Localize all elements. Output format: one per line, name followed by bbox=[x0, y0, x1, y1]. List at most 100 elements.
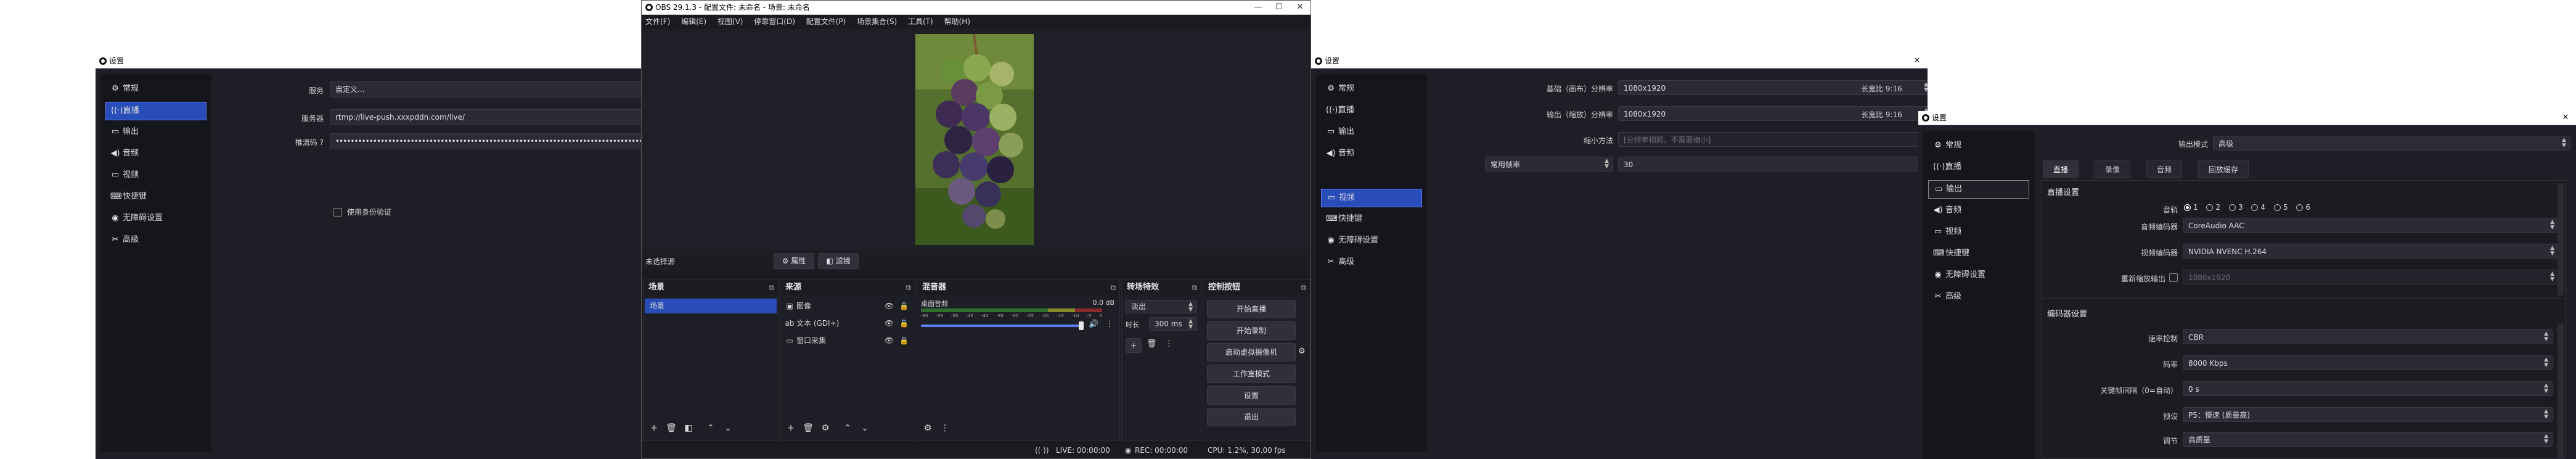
source-item-image[interactable]: ▣ 图像 👁 🔒 bbox=[783, 299, 912, 313]
video-encoder-select[interactable]: NVIDIA NVENC H.264 ▲ ▼ bbox=[2183, 244, 2559, 258]
remove-source-icon[interactable]: 🗑 bbox=[800, 420, 816, 437]
sidebar-item-general[interactable]: ⚙ 常规 bbox=[1928, 137, 2029, 154]
settings-button[interactable]: 设置 bbox=[1207, 386, 1296, 405]
advanced-audio-icon[interactable]: ⚙ bbox=[920, 420, 936, 437]
stream-key-input[interactable]: ••••••••••••••••••••••••••••••••••••••••… bbox=[330, 133, 641, 149]
tab-streaming[interactable]: 直播 bbox=[2043, 160, 2079, 178]
add-source-icon[interactable]: + bbox=[783, 420, 799, 437]
sidebar-item-stream[interactable]: ((·)) 直播 bbox=[105, 102, 206, 120]
undock-icon[interactable]: ⧉ bbox=[1192, 280, 1197, 295]
rescale-output-checkbox[interactable] bbox=[2169, 273, 2178, 282]
undock-icon[interactable]: ⧉ bbox=[769, 280, 774, 295]
start-virtual-camera-button[interactable]: 启动虚拟摄像机 bbox=[1207, 343, 1296, 362]
start-streaming-button[interactable]: 开始直播 bbox=[1207, 300, 1296, 318]
start-recording-button[interactable]: 开始录制 bbox=[1207, 321, 1296, 340]
lock-icon[interactable]: 🔒 bbox=[899, 333, 909, 348]
sidebar-item-stream[interactable]: ((·)) 直播 bbox=[1321, 102, 1422, 119]
tab-audio[interactable]: 音频 bbox=[2146, 160, 2183, 178]
fps-type-select[interactable]: 常用帧率 ▲ ▼ bbox=[1485, 157, 1613, 172]
sidebar-item-advanced[interactable]: ✂ 高级 bbox=[1321, 254, 1422, 271]
track-radio-6[interactable] bbox=[2296, 204, 2304, 211]
sidebar-item-accessibility[interactable]: ◉ 无障碍设置 bbox=[105, 210, 206, 227]
sidebar-item-stream[interactable]: ((·)) 直播 bbox=[1928, 159, 2029, 176]
filters-button[interactable]: ◧ 滤镜 bbox=[818, 253, 859, 269]
undock-icon[interactable]: ⧉ bbox=[906, 280, 911, 295]
sidebar-item-advanced[interactable]: ✂ 高级 bbox=[105, 231, 206, 249]
duration-input[interactable]: 300 ms ▲ ▼ bbox=[1149, 317, 1197, 331]
menu-tools[interactable]: 工具(T) bbox=[908, 17, 933, 26]
move-down-icon[interactable]: ⌄ bbox=[857, 420, 873, 437]
track-radio-1[interactable] bbox=[2184, 204, 2191, 211]
output-mode-select[interactable]: 高级 ▲ ▼ bbox=[2213, 136, 2570, 151]
move-up-icon[interactable]: ⌃ bbox=[703, 420, 719, 437]
remove-scene-icon[interactable]: 🗑 bbox=[663, 420, 679, 437]
sidebar-item-video[interactable]: ▭ 视频 bbox=[1321, 189, 1422, 207]
volume-slider[interactable] bbox=[921, 325, 1082, 327]
sidebar-item-audio[interactable]: ◀) 音频 bbox=[105, 145, 206, 162]
virtual-camera-settings-icon[interactable]: ⚙ bbox=[1298, 347, 1306, 356]
sidebar-item-general[interactable]: ⚙ 常规 bbox=[105, 80, 206, 97]
move-up-icon[interactable]: ⌃ bbox=[840, 420, 856, 437]
menu-view[interactable]: 视图(V) bbox=[718, 17, 743, 26]
add-scene-icon[interactable]: + bbox=[646, 420, 662, 437]
rate-control-select[interactable]: CBR ▲ ▼ bbox=[2183, 329, 2553, 344]
remove-transition-icon[interactable]: 🗑 bbox=[1147, 339, 1157, 349]
track-radio-5[interactable] bbox=[2273, 204, 2281, 211]
server-input[interactable]: rtmp://live-push.xxxpddn.com/live/ bbox=[330, 109, 641, 125]
track-radio-4[interactable] bbox=[2251, 204, 2259, 211]
source-item-text[interactable]: ab 文本 (GDI+) 👁 🔒 bbox=[783, 316, 912, 331]
tuning-select[interactable]: 高质量 ▲ ▼ bbox=[2183, 432, 2553, 447]
sidebar-item-advanced[interactable]: ✂ 高级 bbox=[1928, 288, 2029, 305]
close-icon[interactable]: ✕ bbox=[1290, 1, 1310, 14]
sidebar-item-output[interactable]: ▭ 输出 bbox=[1321, 123, 1422, 141]
track-radio-3[interactable] bbox=[2228, 204, 2236, 211]
scene-item[interactable]: 场景 bbox=[645, 299, 777, 313]
sidebar-item-accessibility[interactable]: ◉ 无障碍设置 bbox=[1321, 232, 1422, 249]
use-auth-checkbox[interactable] bbox=[333, 208, 342, 217]
transition-select[interactable]: 淡出 ▲ ▼ bbox=[1126, 300, 1197, 313]
keyframe-interval-input[interactable]: 0 s ▲ ▼ bbox=[2183, 381, 2553, 396]
menu-help[interactable]: 帮助(H) bbox=[944, 17, 970, 26]
source-item-window-capture[interactable]: ▭ 窗口采集 👁 🔒 bbox=[783, 333, 912, 348]
maximize-icon[interactable]: ☐ bbox=[1269, 1, 1290, 14]
rescale-resolution-select[interactable]: 1080x1920 ▲ ▼ bbox=[2183, 270, 2559, 284]
sidebar-item-general[interactable]: ⚙ 常规 bbox=[1321, 80, 1422, 97]
lock-icon[interactable]: 🔒 bbox=[899, 299, 909, 313]
sidebar-item-hotkeys[interactable]: ⌨ 快捷键 bbox=[1928, 245, 2029, 262]
sidebar-item-audio[interactable]: ◀) 音频 bbox=[1321, 145, 1422, 162]
sidebar-item-hotkeys[interactable]: ⌨ 快捷键 bbox=[1321, 210, 1422, 228]
tab-recording[interactable]: 录像 bbox=[2095, 160, 2131, 178]
sidebar-item-output[interactable]: ▭ 输出 bbox=[1928, 180, 2029, 199]
source-properties-icon[interactable]: ⚙ bbox=[817, 420, 833, 437]
scene-filters-icon[interactable]: ◧ bbox=[681, 420, 697, 437]
visibility-eye-icon[interactable]: 👁 bbox=[885, 333, 894, 348]
volume-slider-handle[interactable] bbox=[1079, 321, 1084, 330]
sidebar-item-video[interactable]: ▭ 视频 bbox=[1928, 223, 2029, 241]
sidebar-item-hotkeys[interactable]: ⌨ 快捷键 bbox=[105, 188, 206, 205]
sidebar-item-output[interactable]: ▭ 输出 bbox=[105, 123, 206, 141]
sidebar-item-accessibility[interactable]: ◉ 无障碍设置 bbox=[1928, 267, 2029, 284]
move-down-icon[interactable]: ⌄ bbox=[720, 420, 736, 437]
properties-button[interactable]: ⚙ 属性 bbox=[774, 253, 814, 269]
visibility-eye-icon[interactable]: 👁 bbox=[885, 316, 894, 331]
preview-area[interactable] bbox=[642, 29, 1310, 250]
transition-menu-icon[interactable]: ⋮ bbox=[1165, 339, 1173, 349]
visibility-eye-icon[interactable]: 👁 bbox=[885, 299, 894, 313]
menu-docks[interactable]: 停靠窗口(D) bbox=[754, 17, 795, 26]
panel-scrollbar[interactable] bbox=[2558, 183, 2564, 296]
lock-icon[interactable]: 🔒 bbox=[899, 316, 909, 331]
preset-select[interactable]: P5：慢速 (质量高) ▲ ▼ bbox=[2183, 407, 2553, 422]
exit-button[interactable]: 退出 bbox=[1207, 408, 1296, 426]
close-icon[interactable]: ✕ bbox=[1907, 54, 1928, 68]
sidebar-item-audio[interactable]: ◀) 音频 bbox=[1928, 202, 2029, 219]
menu-scene-collection[interactable]: 场景集合(S) bbox=[857, 17, 897, 26]
mixer-menu-icon[interactable]: ⋮ bbox=[937, 420, 953, 437]
menu-file[interactable]: 文件(F) bbox=[645, 17, 670, 26]
add-transition-button[interactable]: + bbox=[1126, 338, 1142, 353]
tab-replay-buffer[interactable]: 回放缓存 bbox=[2198, 160, 2249, 178]
service-select[interactable]: 自定义... bbox=[330, 81, 641, 97]
track-radio-2[interactable] bbox=[2206, 204, 2214, 211]
menu-edit[interactable]: 编辑(E) bbox=[681, 17, 706, 26]
minimize-icon[interactable]: — bbox=[1248, 1, 1269, 14]
menu-profile[interactable]: 配置文件(P) bbox=[806, 17, 846, 26]
